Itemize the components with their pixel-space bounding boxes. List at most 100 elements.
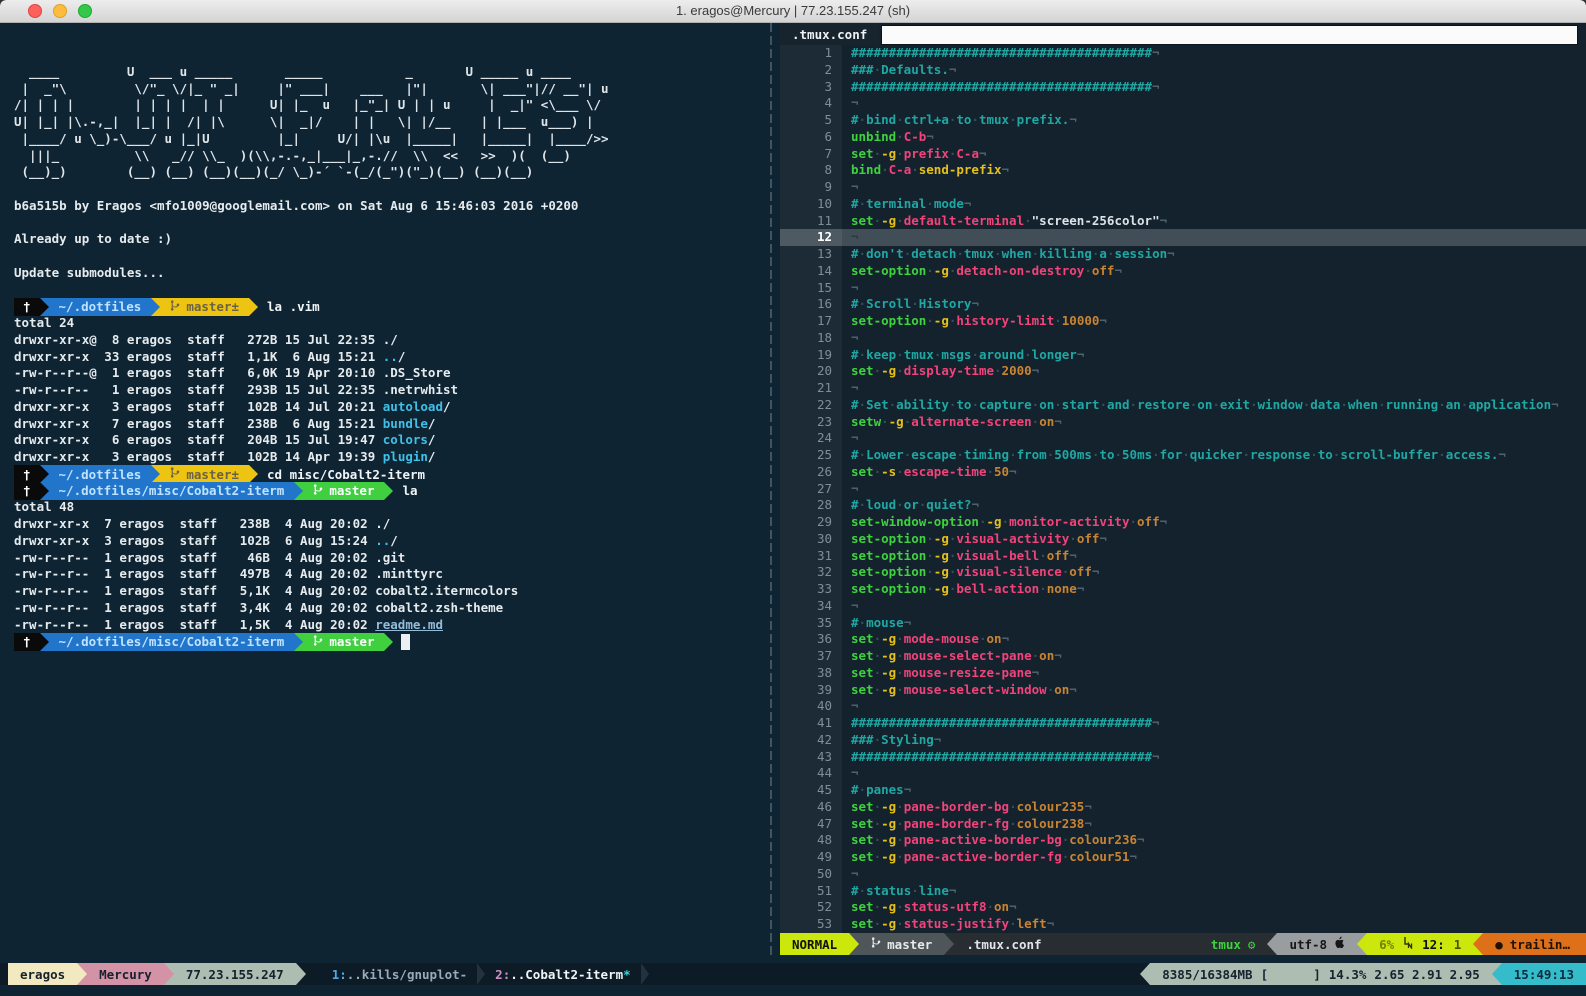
vim-tab-filename[interactable]: .tmux.conf xyxy=(780,23,879,45)
line-number-gutter: 8 xyxy=(780,162,842,179)
ascii-art-line: ____ U ___ u _____ _____ _ U _____ u ___… xyxy=(14,64,768,81)
prompt-path: ~/.dotfiles xyxy=(49,465,152,483)
terminal-line: b6a515b by Eragos <mfo1009@googlemail.co… xyxy=(14,198,768,215)
vim-app-indicator: tmux ⚙ xyxy=(1199,933,1268,955)
vim-line: 39set·-g·mouse-select-window·on¬ xyxy=(780,682,1586,699)
terminal-line: Already up to date :) xyxy=(14,231,768,248)
terminal-line xyxy=(14,181,768,198)
tmux-ip-address: 77.23.155.247 xyxy=(174,963,296,985)
titlebar[interactable]: 1. eragos@Mercury | 77.23.155.247 (sh) xyxy=(0,0,1586,23)
vim-line: 6unbind·C-b¬ xyxy=(780,129,1586,146)
shell-prompt: †~/.dotfiles/misc/Cobalt2-itermmasterla xyxy=(14,483,768,500)
ascii-art-line: | _"\ \/"_ \/|_ " _| |" ___| ___ |"| \| … xyxy=(14,81,768,98)
vim-line: 12¬ xyxy=(780,229,1586,246)
window-separator-icon xyxy=(477,963,485,985)
load-average: 2.65 2.91 2.95 xyxy=(1374,967,1479,982)
encoding-label: utf-8 xyxy=(1289,937,1327,952)
line-number-gutter: 29 xyxy=(780,514,842,531)
line-number-gutter: 35 xyxy=(780,615,842,632)
ascii-art-line: |____/ u \_)-\___/ u |_|U |_| U/| |\u |_… xyxy=(14,131,768,148)
vim-line: 36set·-g·mode-mouse·on¬ xyxy=(780,631,1586,648)
vim-line: 28#·loud·or·quiet?¬ xyxy=(780,497,1586,514)
shell-prompt: †~/.dotfilesmaster±cd misc/Cobalt2-iterm xyxy=(14,466,768,483)
line-number-gutter: 16 xyxy=(780,296,842,313)
tmux-window-list: 1:..kills/gnuplot- 2:..Cobalt2-iterm* xyxy=(322,963,649,985)
terminal-line: drwxr-xr-x 7 eragos staff 238B 6 Aug 15:… xyxy=(14,416,768,433)
line-number-gutter: 17 xyxy=(780,313,842,330)
vim-line: 7set·-g·prefix·C-a¬ xyxy=(780,146,1586,163)
powerline-arrow xyxy=(849,933,859,955)
vim-line: 48set·-g·pane-active-border-bg·colour236… xyxy=(780,832,1586,849)
vim-line: 17set-option·-g·history-limit·10000¬ xyxy=(780,313,1586,330)
terminal-cursor[interactable] xyxy=(401,634,410,650)
column-number: 1 xyxy=(1454,937,1462,952)
prompt-status-icon: † xyxy=(14,465,40,483)
terminal-line xyxy=(14,282,768,299)
line-number-gutter: 37 xyxy=(780,648,842,665)
line-number-gutter: 32 xyxy=(780,564,842,581)
line-number-gutter: 48 xyxy=(780,832,842,849)
line-number-gutter: 25 xyxy=(780,447,842,464)
line-number-gutter: 50 xyxy=(780,866,842,883)
vim-pane[interactable]: .tmux.conf 1############################… xyxy=(780,23,1586,955)
vim-buffer[interactable]: 1#######################################… xyxy=(780,45,1586,933)
vim-position-indicator: 6% 12: 1 xyxy=(1367,933,1473,955)
powerline-arrow xyxy=(944,933,954,955)
vim-line: 1#######################################… xyxy=(780,45,1586,62)
terminal: ____ U ___ u _____ _____ _ U _____ u ___… xyxy=(0,23,1586,996)
tmux-hostname: Mercury xyxy=(87,963,164,985)
shell-command: la xyxy=(402,483,417,498)
line-number-gutter: 34 xyxy=(780,598,842,615)
line-number-gutter: 7 xyxy=(780,146,842,163)
line-number-gutter: 15 xyxy=(780,280,842,297)
prompt-path: ~/.dotfiles xyxy=(49,298,152,316)
line-number-gutter: 12 xyxy=(780,229,842,246)
line-number-gutter: 11 xyxy=(780,213,842,230)
line-number: 12: xyxy=(1422,937,1445,952)
prompt-path: ~/.dotfiles/misc/Cobalt2-iterm xyxy=(49,482,295,500)
tmux-pane-border[interactable] xyxy=(770,23,772,955)
vim-line: 22#·Set·ability·to·capture·on·start·and·… xyxy=(780,397,1586,414)
vim-line: 10#·terminal·mode¬ xyxy=(780,196,1586,213)
vim-line: 14set-option·-g·detach-on-destroy·off¬ xyxy=(780,263,1586,280)
shell-pane[interactable]: ____ U ___ u _____ _____ _ U _____ u ___… xyxy=(0,23,768,955)
vim-line: 52set·-g·status-utf8·on¬ xyxy=(780,899,1586,916)
ascii-art-line: U| |_| |\.-,_| |_| | /| |\ \| _|/ | | \|… xyxy=(14,114,768,131)
line-number-gutter: 41 xyxy=(780,715,842,732)
ascii-art-line: |||_ \\ _// \\_ )(\\,-.-,_|___|_,-.// \\… xyxy=(14,148,768,165)
vim-line: 49set·-g·pane-active-border-fg·colour51¬ xyxy=(780,849,1586,866)
terminal-line: -rw-r--r--@ 1 eragos staff 6,0K 19 Apr 2… xyxy=(14,365,768,382)
line-number-gutter: 9 xyxy=(780,179,842,196)
close-button[interactable] xyxy=(28,4,42,18)
powerline-arrow xyxy=(296,963,306,985)
zoom-button[interactable] xyxy=(78,4,92,18)
vim-line: 30set-option·-g·visual-activity·off¬ xyxy=(780,531,1586,548)
vim-tabline: .tmux.conf xyxy=(780,23,1586,45)
terminal-line: Update submodules... xyxy=(14,265,768,282)
minimize-button[interactable] xyxy=(53,4,67,18)
statusline-spacer xyxy=(1054,933,1199,955)
vim-line: 41######################################… xyxy=(780,715,1586,732)
line-number-gutter: 4 xyxy=(780,95,842,112)
readme-link[interactable]: readme.md xyxy=(375,617,443,632)
vim-line: 47set·-g·pane-border-fg·colour238¬ xyxy=(780,816,1586,833)
vim-line: 38set·-g·mouse-resize-pane¬ xyxy=(780,665,1586,682)
vim-line: 34¬ xyxy=(780,598,1586,615)
vim-line: 46set·-g·pane-border-bg·colour235¬ xyxy=(780,799,1586,816)
vim-line: 5#·bind·ctrl+a·to·tmux·prefix.¬ xyxy=(780,112,1586,129)
line-number-gutter: 52 xyxy=(780,899,842,916)
ascii-art-line: (__)_) (__) (__) (__)(__)(_/ \_)-´ `-(_/… xyxy=(14,164,768,181)
vim-line: 29set-window-option·-g·monitor-activity·… xyxy=(780,514,1586,531)
vim-line: 11set·-g·default-terminal·"screen-256col… xyxy=(780,213,1586,230)
line-number-gutter: 6 xyxy=(780,129,842,146)
terminal-line: total 48 xyxy=(14,499,768,516)
vim-line: 40¬ xyxy=(780,698,1586,715)
terminal-line xyxy=(14,47,768,64)
tmux-window-1[interactable]: 1:..kills/gnuplot- xyxy=(322,967,477,982)
line-number-gutter: 27 xyxy=(780,481,842,498)
line-number-gutter: 53 xyxy=(780,916,842,933)
tmux-window-2[interactable]: 2:..Cobalt2-iterm* xyxy=(485,967,640,982)
terminal-line xyxy=(14,248,768,265)
vim-line: 4¬ xyxy=(780,95,1586,112)
shell-command: cd misc/Cobalt2-iterm xyxy=(267,467,425,482)
